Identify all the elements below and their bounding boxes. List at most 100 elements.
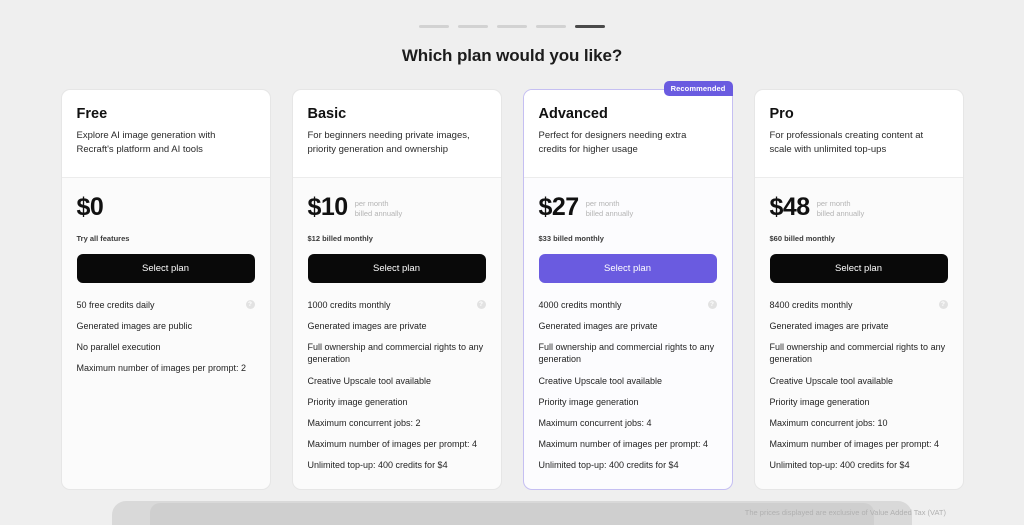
feature-item: No parallel execution [77,341,255,353]
feature-item: Generated images are private [770,320,948,332]
progress-step-4 [536,25,566,28]
monthly-billing-note: $33 billed monthly [538,234,604,243]
plan-description: Perfect for designers needing extra cred… [538,130,687,155]
feature-item: Maximum concurrent jobs: 4 [539,417,717,429]
vat-disclaimer: The prices displayed are exclusive of Va… [744,508,946,518]
feature-item: 50 free credits daily? [77,299,255,311]
feature-item: Generated images are public [77,320,255,332]
select-plan-button-advanced[interactable]: Select plan [538,254,717,283]
price-row: $10 per month billed annually [308,195,486,220]
plan-card-free: Free Explore AI image generation with Rec… [60,89,271,491]
plan-header: Free Explore AI image generation with Rec… [61,90,270,178]
feature-label: Creative Upscale tool available [307,375,432,386]
feature-label: 4000 credits monthly [538,300,622,310]
feature-item: Unlimited top-up: 400 credits for $4 [539,459,717,471]
feature-label: 50 free credits daily [76,300,155,310]
feature-label: Priority image generation [538,396,639,407]
feature-label: Generated images are private [538,321,658,332]
feature-item: Generated images are private [308,320,486,332]
feature-list: 8400 credits monthly? Generated images ar… [755,283,963,489]
select-plan-button-pro[interactable]: Select plan [769,254,948,283]
price-row: $0 [77,195,255,220]
plan-subtitle: Try all features [76,234,130,243]
plan-name: Basic [307,106,347,122]
feature-label: Maximum number of images per prompt: 4 [538,438,709,449]
feature-item: Unlimited top-up: 400 credits for $4 [770,459,948,471]
feature-item: Maximum number of images per prompt: 4 [539,438,717,450]
monthly-billing-note: $12 billed monthly [307,234,373,243]
plan-pricing: $10 per month billed annually $12 billed mo… [292,178,501,283]
progress-step-3 [497,25,527,28]
feature-label: Creative Upscale tool available [538,375,663,386]
feature-label: Maximum number of images per prompt: 4 [307,438,478,449]
feature-list: 4000 credits monthly? Generated images ar… [524,283,732,489]
plan-card-advanced: Recommended Advanced Perfect for designers… [522,81,733,491]
page-title: Which plan would you like? [401,46,623,65]
feature-item: Unlimited top-up: 400 credits for $4 [308,459,486,471]
feature-label: Maximum concurrent jobs: 2 [307,417,421,428]
feature-item: Generated images are private [539,320,717,332]
feature-item: 8400 credits monthly? [770,299,948,311]
feature-label: Unlimited top-up: 400 credits for $4 [307,460,448,471]
feature-label: Full ownership and commercial rights to … [538,342,715,365]
feature-label: Maximum concurrent jobs: 10 [769,417,888,428]
plan-price: $10 [307,193,349,221]
progress-step-5 [575,25,605,28]
feature-item: Creative Upscale tool available [770,375,948,387]
feature-label: Full ownership and commercial rights to … [769,342,946,365]
feature-item: Full ownership and commercial rights to … [308,341,486,365]
progress-step-1 [419,25,449,28]
price-period-note: per month billed annually [354,199,403,219]
plan-description: For beginners needing private images, pr… [307,130,470,155]
feature-item: Maximum concurrent jobs: 10 [770,417,948,429]
help-icon[interactable]: ? [245,300,255,309]
feature-label: Generated images are private [769,321,889,332]
plan-name: Advanced [538,106,608,122]
price-period-note: per month billed annually [816,199,865,219]
pricing-page: Which plan would you like? Free Explore A… [0,0,1024,525]
feature-item: Full ownership and commercial rights to … [539,341,717,365]
feature-item: Priority image generation [770,396,948,408]
feature-label: Maximum number of images per prompt: 4 [769,438,940,449]
feature-item: Maximum number of images per prompt: 4 [308,438,486,450]
progress-step-2 [458,25,488,28]
plan-pricing: $27 per month billed annually $33 billed mo… [523,178,732,283]
price-period-note: per month billed annually [585,199,634,219]
feature-label: Generated images are private [307,321,427,332]
plan-pricing: $0 Try all features Select plan [61,178,270,283]
plan-description: For professionals creating content at sc… [769,130,924,155]
feature-item: Creative Upscale tool available [539,375,717,387]
feature-label: 1000 credits monthly [307,300,391,310]
feature-label: No parallel execution [76,342,161,353]
plan-name: Pro [769,106,794,122]
feature-item: Maximum number of images per prompt: 2 [77,362,255,374]
help-icon[interactable]: ? [938,300,948,309]
plan-price: $48 [769,193,811,221]
plan-header: Basic For beginners needing private image… [292,90,501,178]
feature-item: Creative Upscale tool available [308,375,486,387]
feature-label: Unlimited top-up: 400 credits for $4 [538,460,679,471]
feature-list: 50 free credits daily? Generated images a… [62,283,270,393]
price-row: $48 per month billed annually [770,195,948,220]
plan-pricing: $48 per month billed annually $60 billed mo… [754,178,963,283]
help-icon[interactable]: ? [476,300,486,309]
plan-card-basic: Basic For beginners needing private image… [291,89,502,491]
help-icon[interactable]: ? [707,300,717,309]
feature-list: 1000 credits monthly? Generated images ar… [293,283,501,489]
feature-item: Priority image generation [308,396,486,408]
plan-price: $27 [538,193,580,221]
plan-header: Advanced Perfect for designers needing ex… [523,90,732,178]
feature-label: Priority image generation [769,396,870,407]
plan-name: Free [76,106,108,122]
feature-label: 8400 credits monthly [769,300,853,310]
select-plan-button-free[interactable]: Select plan [76,254,255,283]
feature-item: Priority image generation [539,396,717,408]
feature-item: Maximum number of images per prompt: 4 [770,438,948,450]
feature-item: Maximum concurrent jobs: 2 [308,417,486,429]
feature-label: Full ownership and commercial rights to … [307,342,484,365]
select-plan-button-basic[interactable]: Select plan [307,254,486,283]
price-row: $27 per month billed annually [539,195,717,220]
plan-card-list: Free Explore AI image generation with Rec… [0,81,1024,491]
monthly-billing-note: $60 billed monthly [769,234,835,243]
feature-item: 1000 credits monthly? [308,299,486,311]
